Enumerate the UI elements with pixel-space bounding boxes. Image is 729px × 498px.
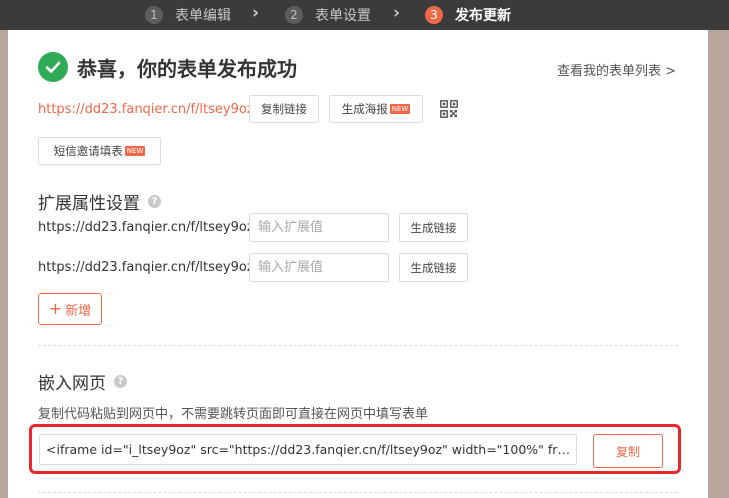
generate-link-label: 生成链接 bbox=[410, 260, 457, 275]
qr-code-icon[interactable] bbox=[440, 100, 458, 118]
step-form-settings[interactable]: 2 表单设置 bbox=[285, 5, 371, 25]
generate-poster-label: 生成海报 bbox=[341, 102, 388, 116]
copy-link-label: 复制链接 bbox=[261, 102, 307, 116]
chevron-right-icon: › bbox=[252, 3, 260, 23]
copy-link-button[interactable]: 复制链接 bbox=[249, 95, 319, 123]
view-form-list-link[interactable]: 查看我的表单列表 > bbox=[557, 60, 676, 79]
success-header: 恭喜，你的表单发布成功 bbox=[38, 52, 297, 82]
section-divider bbox=[38, 345, 678, 346]
add-extension-button[interactable]: + 新增 bbox=[38, 293, 102, 325]
extension-value-input[interactable] bbox=[249, 213, 389, 242]
step-publish[interactable]: 3 发布更新 bbox=[425, 5, 511, 25]
embed-title-text: 嵌入网页 bbox=[38, 374, 106, 394]
extension-url: https://dd23.fanqier.cn/f/ltsey9oz bbox=[38, 260, 254, 275]
step-label: 发布更新 bbox=[455, 8, 511, 24]
embed-section-title: 嵌入网页 ? bbox=[38, 369, 127, 394]
section-divider bbox=[38, 492, 678, 493]
embed-code-text: <iframe id="i_ltsey9oz" src="https://dd2… bbox=[46, 442, 570, 457]
generate-link-label: 生成链接 bbox=[410, 220, 457, 235]
sms-invite-label: 短信邀请填表 bbox=[53, 144, 123, 158]
generate-poster-button[interactable]: 生成海报 NEW bbox=[329, 95, 423, 123]
step-label: 表单编辑 bbox=[175, 8, 231, 24]
sms-invite-button[interactable]: 短信邀请填表 NEW bbox=[38, 137, 161, 165]
add-extension-label: 新增 bbox=[65, 303, 92, 319]
step-bar: 1 表单编辑 › 2 表单设置 › 3 发布更新 bbox=[0, 0, 729, 30]
publish-panel: 恭喜，你的表单发布成功 查看我的表单列表 > https://dd23.fanq… bbox=[8, 30, 708, 498]
step-form-edit[interactable]: 1 表单编辑 bbox=[145, 5, 231, 25]
chevron-right-icon: › bbox=[393, 3, 401, 23]
extension-value-input[interactable] bbox=[249, 253, 389, 282]
help-icon[interactable]: ? bbox=[148, 195, 161, 208]
generate-link-button[interactable]: 生成链接 bbox=[399, 253, 468, 282]
share-link[interactable]: https://dd23.fanqier.cn/f/ltsey9oz bbox=[38, 102, 254, 117]
extension-section-title: 扩展属性设置 ? bbox=[38, 189, 161, 214]
step-number: 3 bbox=[425, 6, 443, 24]
page-title: 恭喜，你的表单发布成功 bbox=[77, 56, 297, 81]
step-number: 1 bbox=[145, 6, 163, 24]
plus-icon: + bbox=[48, 299, 63, 318]
extension-url: https://dd23.fanqier.cn/f/ltsey9oz bbox=[38, 220, 254, 235]
embed-code-field[interactable]: <iframe id="i_ltsey9oz" src="https://dd2… bbox=[39, 434, 577, 465]
step-label: 表单设置 bbox=[315, 8, 371, 24]
copy-code-button[interactable]: 复制 bbox=[593, 434, 663, 468]
new-badge: NEW bbox=[389, 104, 411, 114]
copy-code-label: 复制 bbox=[615, 444, 640, 459]
help-icon[interactable]: ? bbox=[114, 375, 127, 388]
generate-link-button[interactable]: 生成链接 bbox=[399, 213, 468, 242]
embed-description: 复制代码粘贴到网页中，不需要跳转页面即可直接在网页中填写表单 bbox=[38, 407, 429, 422]
step-number: 2 bbox=[285, 6, 303, 24]
success-check-icon bbox=[38, 52, 68, 82]
new-badge: NEW bbox=[124, 146, 146, 156]
extension-title-text: 扩展属性设置 bbox=[38, 194, 140, 214]
